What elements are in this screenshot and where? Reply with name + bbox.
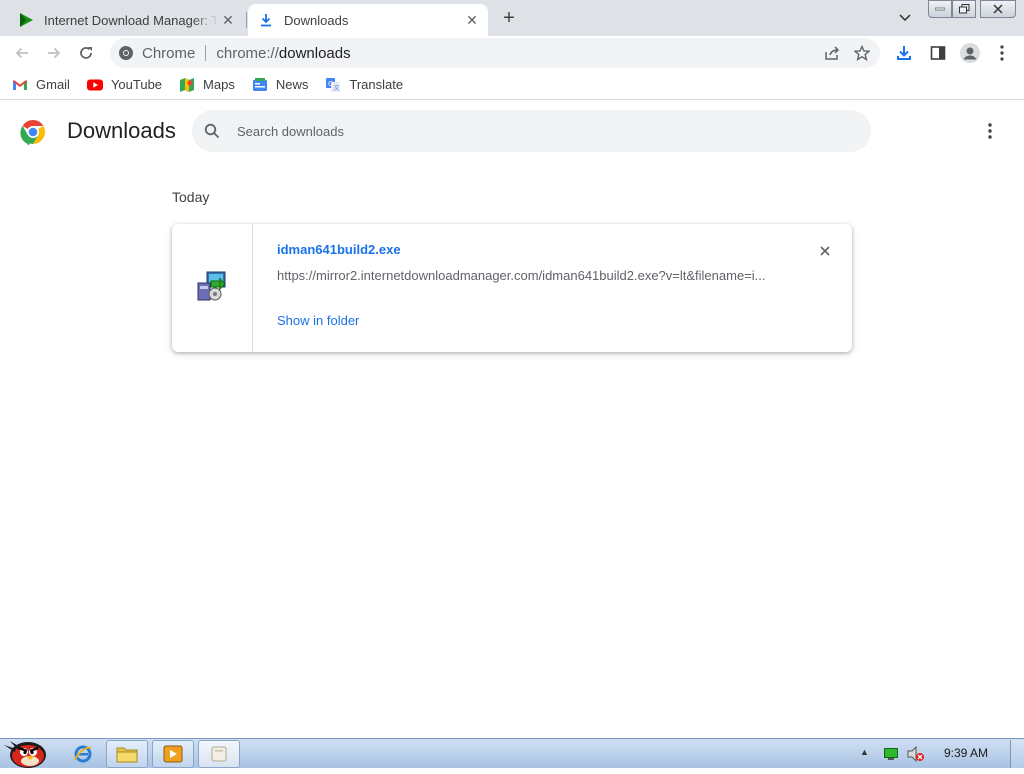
- side-panel-icon[interactable]: [926, 41, 950, 65]
- downloads-menu-icon[interactable]: [978, 119, 1002, 143]
- windows-taskbar: ▲ 9:39 AM: [0, 738, 1024, 768]
- search-icon[interactable]: [202, 121, 222, 141]
- close-window-button[interactable]: [980, 0, 1016, 18]
- show-in-folder-link[interactable]: Show in folder: [277, 313, 359, 328]
- download-icon: [258, 12, 274, 28]
- bookmark-label: News: [275, 77, 309, 92]
- new-tab-button[interactable]: +: [498, 7, 520, 29]
- address-bar[interactable]: Chrome chrome://downloads: [110, 38, 880, 68]
- bookmark-label: Gmail: [36, 77, 70, 92]
- tab-title: Downloads: [284, 12, 349, 28]
- share-icon[interactable]: [820, 41, 844, 65]
- page-title: Downloads: [67, 118, 176, 143]
- download-file-name-link[interactable]: idman641build2.exe: [277, 242, 401, 257]
- restore-button[interactable]: [952, 0, 976, 18]
- download-item-card: idman641build2.exe https://mirror2.inter…: [172, 224, 852, 352]
- bookmark-label: Maps: [203, 77, 235, 92]
- browser-menu-icon[interactable]: [990, 41, 1014, 65]
- translate-icon: G文: [325, 77, 341, 93]
- tray-expand-icon[interactable]: ▲: [860, 747, 869, 757]
- youtube-icon: [86, 77, 103, 93]
- svg-text:文: 文: [334, 84, 340, 92]
- installer-file-icon: [195, 269, 229, 308]
- file-icon-cell: [172, 224, 253, 352]
- tab-close-icon[interactable]: ✕: [218, 10, 238, 30]
- chevron-down-icon[interactable]: [896, 9, 914, 27]
- bookmark-star-icon[interactable]: [850, 41, 874, 65]
- chrome-site-icon: [118, 45, 134, 61]
- remove-download-close-icon[interactable]: [815, 241, 835, 261]
- internet-explorer-icon[interactable]: [66, 740, 100, 768]
- address-divider: [205, 45, 207, 61]
- tab-separator: [246, 12, 247, 28]
- url-path: downloads: [278, 44, 351, 62]
- profile-avatar-icon[interactable]: [958, 41, 982, 65]
- start-button-angry-bird-icon[interactable]: [2, 731, 50, 769]
- gmail-icon: [12, 77, 28, 93]
- reload-icon[interactable]: [74, 41, 98, 65]
- tab-internet-download-manager[interactable]: Internet Download Manager: The fastest d…: [8, 4, 244, 36]
- idm-play-icon: [18, 12, 34, 28]
- url-scheme: chrome://: [216, 44, 279, 62]
- tab-downloads[interactable]: Downloads ✕: [248, 4, 488, 36]
- show-desktop-button[interactable]: [1010, 740, 1024, 768]
- bookmark-label: YouTube: [110, 77, 163, 92]
- volume-muted-icon[interactable]: [907, 745, 925, 763]
- network-icon[interactable]: [884, 747, 898, 760]
- minimize-button[interactable]: [928, 0, 952, 18]
- taskbar-clock[interactable]: 9:39 AM: [944, 746, 988, 760]
- bookmarks-bar: Gmail YouTube Maps News G文 Translate: [0, 70, 1024, 100]
- download-source-url[interactable]: https://mirror2.internetdownloadmanager.…: [277, 268, 777, 283]
- media-player-icon[interactable]: [152, 740, 194, 768]
- forward-arrow-icon[interactable]: [42, 41, 66, 65]
- bookmark-translate[interactable]: G文 Translate: [325, 77, 403, 93]
- back-arrow-icon[interactable]: [10, 41, 34, 65]
- downloads-header: Downloads: [0, 101, 1024, 161]
- browser-toolbar: Chrome chrome://downloads: [0, 36, 1024, 70]
- tab-strip: Internet Download Manager: The fastest d…: [0, 0, 1024, 36]
- maps-icon: [179, 77, 195, 93]
- file-explorer-icon[interactable]: [106, 740, 148, 768]
- date-heading: Today: [172, 189, 210, 205]
- search-input[interactable]: [237, 123, 797, 139]
- bookmark-label: Translate: [349, 77, 404, 92]
- news-icon: [252, 77, 268, 93]
- tab-title: Internet Download Manager: The fastest d…: [44, 12, 218, 28]
- chrome-logo-icon: [20, 119, 46, 147]
- address-url: chrome://downloads: [216, 45, 820, 62]
- downloads-toolbar-icon[interactable]: [892, 41, 916, 65]
- downloads-page: Downloads Today: [0, 101, 1024, 738]
- bookmark-maps[interactable]: Maps: [179, 77, 235, 93]
- bookmark-youtube[interactable]: YouTube: [86, 77, 163, 93]
- site-chip: Chrome: [142, 44, 196, 62]
- bookmark-news[interactable]: News: [252, 77, 309, 93]
- search-downloads-box[interactable]: [192, 110, 871, 152]
- active-window-task-icon[interactable]: [198, 740, 240, 768]
- bookmark-gmail[interactable]: Gmail: [12, 77, 70, 93]
- tab-close-icon[interactable]: ✕: [462, 10, 482, 30]
